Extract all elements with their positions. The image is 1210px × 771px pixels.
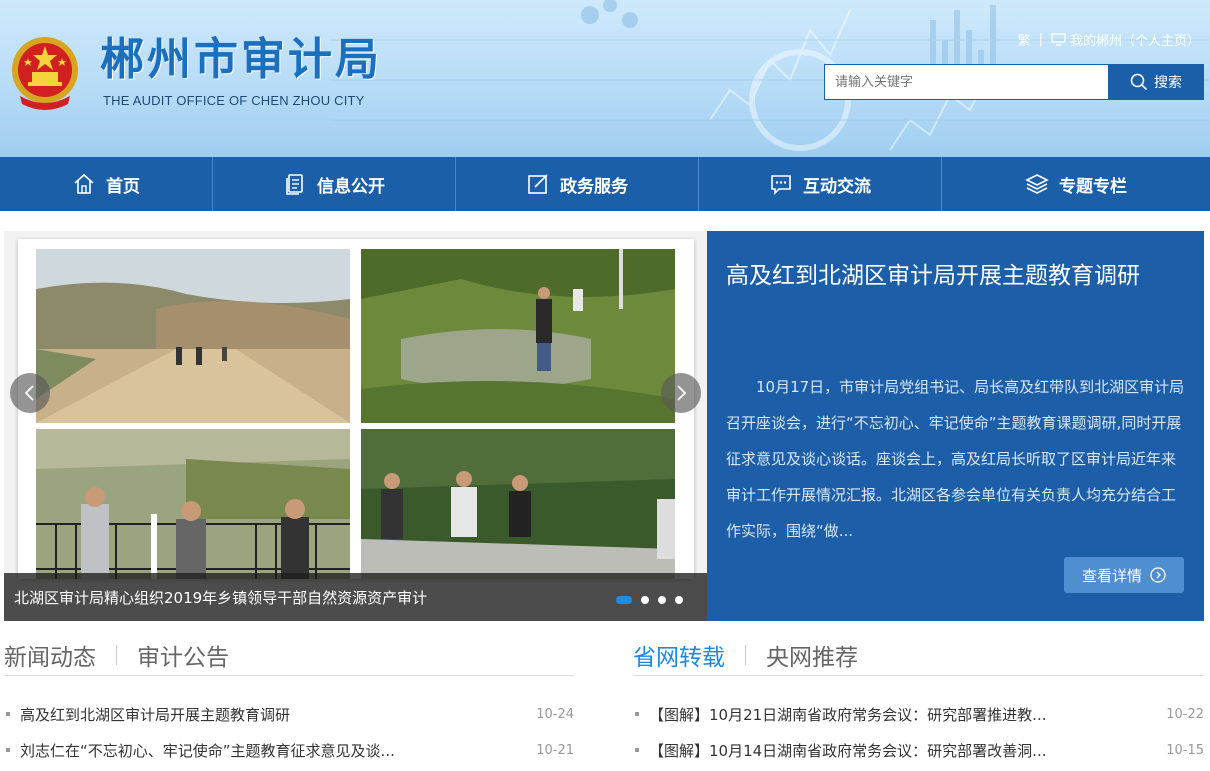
news-date: 10-22 <box>1166 706 1204 722</box>
nav-label: 互动交流 <box>803 176 871 197</box>
nav-label: 政务服务 <box>560 176 628 197</box>
slide-photo-fence <box>36 429 350 579</box>
news-list: 高及红到北湖区审计局开展主题教育调研 10-24 刘志仁在“不忘初心、牢记使命”… <box>4 696 574 768</box>
national-emblem-icon <box>12 37 78 110</box>
nav-label: 首页 <box>106 176 140 197</box>
search-input[interactable] <box>824 64 1109 100</box>
nav-item-services[interactable]: 政务服务 <box>456 157 699 211</box>
bullet-icon <box>6 748 10 752</box>
top-links: 繁 | 我的郴州（个人主页） <box>1018 30 1200 49</box>
news-list: 【图解】10月21日湖南省政府常务会议：研究部署推进教... 10-22 【图解… <box>633 696 1204 768</box>
slide-caption-text: 北湖区审计局精心组织2019年乡镇领导干部自然资源资产审计 <box>14 588 428 607</box>
slider-dot[interactable] <box>675 596 683 604</box>
bullet-icon <box>635 712 639 716</box>
featured-article: 高及红到北湖区审计局开展主题教育调研 10月17日，市审计局党组书记、局长高及红… <box>707 231 1204 621</box>
nav-item-interaction[interactable]: 互动交流 <box>699 157 942 211</box>
document-icon <box>286 174 303 195</box>
news-tabs: 省网转载 央网推荐 <box>633 640 1204 676</box>
news-tabs: 新闻动态 审计公告 <box>4 640 574 676</box>
my-chenzhou-link[interactable]: 我的郴州（个人主页） <box>1051 30 1200 49</box>
bullet-icon <box>635 748 639 752</box>
image-slider[interactable]: 北湖区审计局精心组织2019年乡镇领导干部自然资源资产审计 <box>4 231 707 621</box>
news-title: 【图解】10月21日湖南省政府常务会议：研究部署推进教... <box>649 705 1047 724</box>
home-icon <box>74 173 94 194</box>
slider-next-button[interactable] <box>661 373 701 413</box>
site-title: 郴州市审计局 <box>100 34 382 85</box>
layers-icon <box>1025 174 1049 194</box>
slide-image[interactable] <box>18 239 694 579</box>
view-details-label: 查看详情 <box>1081 566 1142 585</box>
slide-photo-stream <box>361 249 675 423</box>
nav-item-info[interactable]: 信息公开 <box>213 157 456 211</box>
nav-item-home[interactable]: 首页 <box>0 157 213 211</box>
divider <box>745 644 746 665</box>
site-subtitle: THE AUDIT OFFICE OF CHEN ZHOU CITY <box>103 93 365 108</box>
divider <box>116 644 117 665</box>
monitor-icon <box>1051 32 1066 46</box>
news-title: 刘志仁在“不忘初心、牢记使命”主题教育征求意见及谈... <box>20 741 395 760</box>
tab-news[interactable]: 新闻动态 <box>4 638 96 678</box>
chevron-left-icon <box>24 385 34 401</box>
list-item[interactable]: 【图解】10月14日湖南省政府常务会议：研究部署改善洞... 10-15 <box>633 732 1204 768</box>
news-date: 10-15 <box>1166 742 1204 758</box>
search-button[interactable]: 搜索 <box>1108 64 1204 100</box>
circle-arrow-right-icon <box>1150 567 1166 583</box>
nav-label: 专题专栏 <box>1059 176 1127 197</box>
news-date: 10-24 <box>536 706 574 722</box>
bullet-icon <box>6 712 10 716</box>
search-icon <box>1130 73 1148 91</box>
traditional-chinese-link[interactable]: 繁 <box>1018 30 1031 49</box>
featured-article-summary: 10月17日，市审计局党组书记、局长高及红带队到北湖区审计局召开座谈会，进行“不… <box>726 378 1185 540</box>
slide-photo-forest <box>361 429 675 579</box>
news-title: 【图解】10月14日湖南省政府常务会议：研究部署改善洞... <box>649 741 1047 760</box>
main-nav: 首页 信息公开 政务服务 互动交流 专题专栏 <box>0 157 1210 211</box>
slider-prev-button[interactable] <box>10 373 50 413</box>
search-button-label: 搜索 <box>1154 75 1182 91</box>
news-date: 10-21 <box>536 742 574 758</box>
slider-dot[interactable] <box>658 596 666 604</box>
list-item[interactable]: 【图解】10月21日湖南省政府常务会议：研究部署推进教... 10-22 <box>633 696 1204 732</box>
site-header: 郴州市审计局 THE AUDIT OFFICE OF CHEN ZHOU CIT… <box>0 0 1210 157</box>
nav-item-topics[interactable]: 专题专栏 <box>942 157 1210 211</box>
divider: | <box>1038 31 1043 47</box>
featured-article-title[interactable]: 高及红到北湖区审计局开展主题教育调研 <box>726 259 1186 293</box>
slide-caption[interactable]: 北湖区审计局精心组织2019年乡镇领导干部自然资源资产审计 <box>4 573 707 621</box>
nav-label: 信息公开 <box>317 176 385 197</box>
slider-dot[interactable] <box>641 596 649 604</box>
news-panel-right: 省网转载 央网推荐 【图解】10月21日湖南省政府常务会议：研究部署推进教...… <box>633 640 1204 768</box>
tab-announcements[interactable]: 审计公告 <box>137 638 229 678</box>
chat-icon <box>771 175 791 195</box>
chevron-right-icon <box>677 385 687 401</box>
slider-dots <box>616 596 683 604</box>
slider-dot[interactable] <box>616 596 632 604</box>
news-panel-left: 新闻动态 审计公告 高及红到北湖区审计局开展主题教育调研 10-24 刘志仁在“… <box>4 640 574 768</box>
my-chenzhou-label: 我的郴州（个人主页） <box>1069 33 1200 49</box>
tab-central[interactable]: 央网推荐 <box>766 638 858 678</box>
news-title: 高及红到北湖区审计局开展主题教育调研 <box>20 705 291 724</box>
list-item[interactable]: 高及红到北湖区审计局开展主题教育调研 10-24 <box>4 696 574 732</box>
list-item[interactable]: 刘志仁在“不忘初心、牢记使命”主题教育征求意见及谈... 10-21 <box>4 732 574 768</box>
slide-photo-dirt-road <box>36 249 350 423</box>
edit-icon <box>528 174 548 194</box>
tab-provincial[interactable]: 省网转载 <box>633 638 725 678</box>
view-details-button[interactable]: 查看详情 <box>1064 557 1184 593</box>
